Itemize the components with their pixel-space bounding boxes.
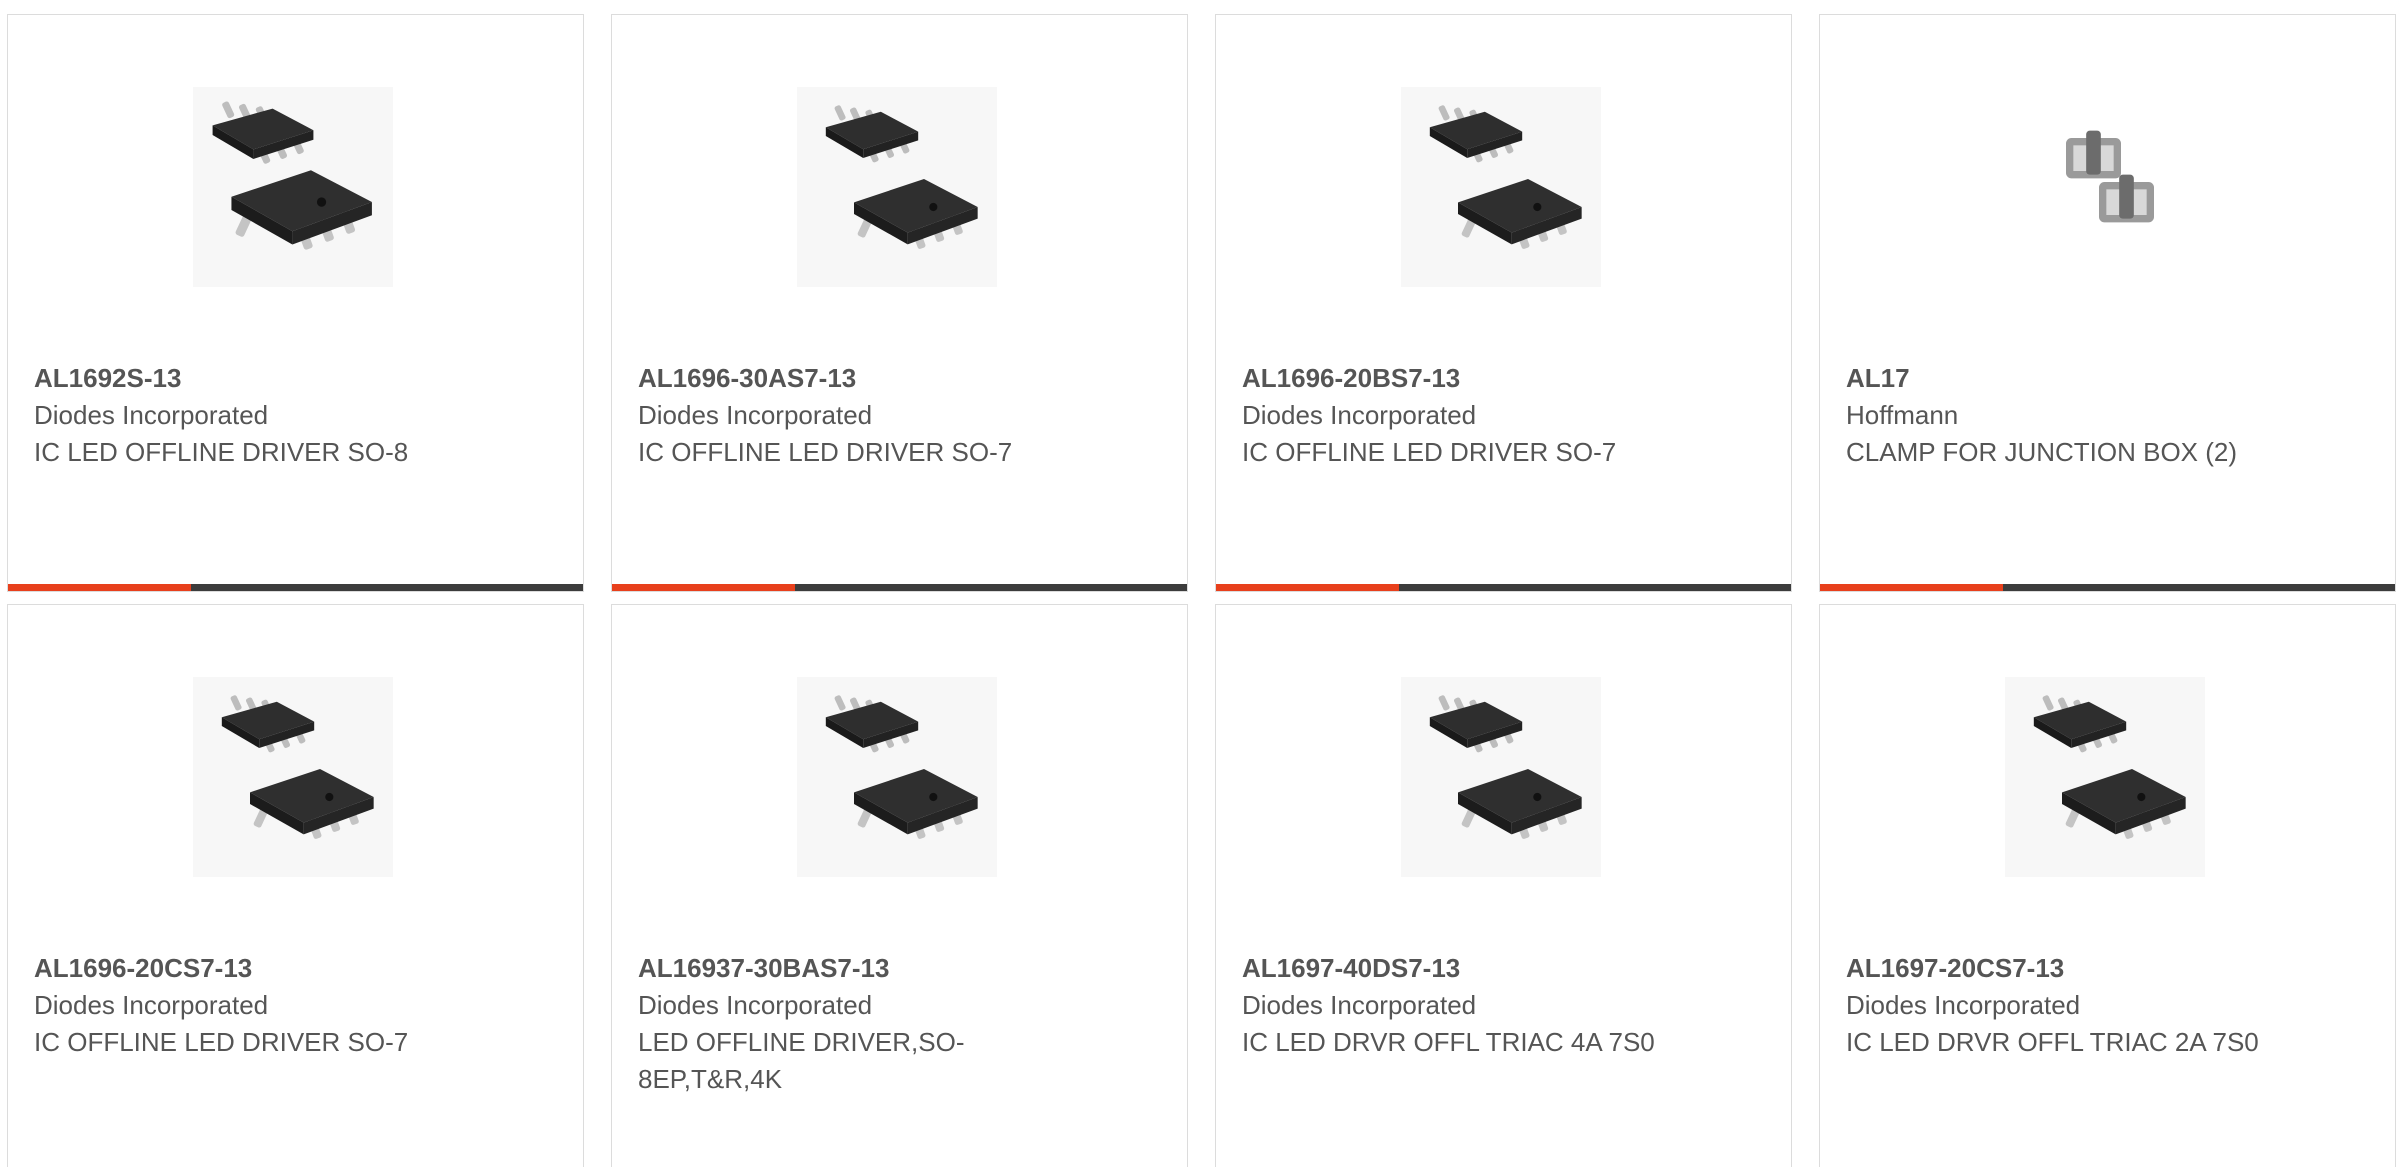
- description-label: CLAMP FOR JUNCTION BOX (2): [1846, 437, 2238, 467]
- manufacturer-label: Diodes Incorporated: [34, 400, 269, 430]
- manufacturer-label: Diodes Incorporated: [1242, 400, 1477, 430]
- manufacturer-label: Diodes Incorporated: [638, 990, 873, 1020]
- part-number-link[interactable]: AL1697-20CS7-13: [1846, 950, 2266, 987]
- so7-chip-pair-icon: [2005, 677, 2205, 877]
- part-number-link[interactable]: AL17: [1846, 360, 2266, 397]
- product-image[interactable]: [1401, 677, 1601, 877]
- product-image[interactable]: [2005, 87, 2205, 287]
- part-number-link[interactable]: AL1696-20CS7-13: [34, 950, 454, 987]
- part-number-link[interactable]: AL1692S-13: [34, 360, 454, 397]
- card-accent-bar: [1216, 584, 1399, 591]
- so7-chip-pair-icon: [797, 677, 997, 877]
- manufacturer-label: Diodes Incorporated: [1242, 990, 1477, 1020]
- description-label: IC LED DRVR OFFL TRIAC 4A 7S0: [1242, 1027, 1655, 1057]
- card-bottom-bar: [1820, 584, 2395, 591]
- product-image[interactable]: [193, 87, 393, 287]
- product-card[interactable]: AL16937-30BAS7-13 Diodes Incorporated LE…: [611, 604, 1188, 1167]
- so7-chip-pair-icon: [797, 87, 997, 287]
- product-card[interactable]: AL1696-20CS7-13 Diodes Incorporated IC O…: [7, 604, 584, 1167]
- product-card[interactable]: AL1697-20CS7-13 Diodes Incorporated IC L…: [1819, 604, 2396, 1167]
- product-image[interactable]: [193, 677, 393, 877]
- part-number-link[interactable]: AL16937-30BAS7-13: [638, 950, 1058, 987]
- description-label: LED OFFLINE DRIVER,SO-8EP,T&R,4K: [638, 1027, 965, 1094]
- card-accent-bar: [8, 584, 191, 591]
- part-number-link[interactable]: AL1696-30AS7-13: [638, 360, 1058, 397]
- product-image[interactable]: [797, 87, 997, 287]
- product-card[interactable]: AL1692S-13 Diodes Incorporated IC LED OF…: [7, 14, 584, 592]
- so7-chip-pair-icon: [1401, 677, 1601, 877]
- product-card[interactable]: AL17 Hoffmann CLAMP FOR JUNCTION BOX (2): [1819, 14, 2396, 592]
- manufacturer-label: Diodes Incorporated: [1846, 990, 2081, 1020]
- clamp-pair-icon: [2005, 87, 2205, 287]
- product-card[interactable]: AL1696-20BS7-13 Diodes Incorporated IC O…: [1215, 14, 1792, 592]
- manufacturer-label: Diodes Incorporated: [34, 990, 269, 1020]
- manufacturer-label: Hoffmann: [1846, 400, 1959, 430]
- part-number-link[interactable]: AL1696-20BS7-13: [1242, 360, 1662, 397]
- product-card[interactable]: AL1696-30AS7-13 Diodes Incorporated IC O…: [611, 14, 1188, 592]
- description-label: IC OFFLINE LED DRIVER SO-7: [1242, 437, 1617, 467]
- card-bottom-bar: [612, 584, 1187, 591]
- part-number-link[interactable]: AL1697-40DS7-13: [1242, 950, 1662, 987]
- description-label: IC OFFLINE LED DRIVER SO-7: [638, 437, 1013, 467]
- product-card[interactable]: AL1697-40DS7-13 Diodes Incorporated IC L…: [1215, 604, 1792, 1167]
- description-label: IC LED DRVR OFFL TRIAC 2A 7S0: [1846, 1027, 2259, 1057]
- so8-chip-pair-icon: [193, 87, 393, 287]
- product-image[interactable]: [2005, 677, 2205, 877]
- product-image[interactable]: [797, 677, 997, 877]
- description-label: IC OFFLINE LED DRIVER SO-7: [34, 1027, 409, 1057]
- so7-chip-pair-icon: [193, 677, 393, 877]
- description-label: IC LED OFFLINE DRIVER SO-8: [34, 437, 409, 467]
- card-bottom-bar: [1216, 584, 1791, 591]
- card-bottom-bar: [8, 584, 583, 591]
- manufacturer-label: Diodes Incorporated: [638, 400, 873, 430]
- product-grid: AL1692S-13 Diodes Incorporated IC LED OF…: [0, 0, 2400, 1167]
- card-accent-bar: [1820, 584, 2003, 591]
- card-accent-bar: [612, 584, 795, 591]
- product-image[interactable]: [1401, 87, 1601, 287]
- so7-chip-pair-icon: [1401, 87, 1601, 287]
